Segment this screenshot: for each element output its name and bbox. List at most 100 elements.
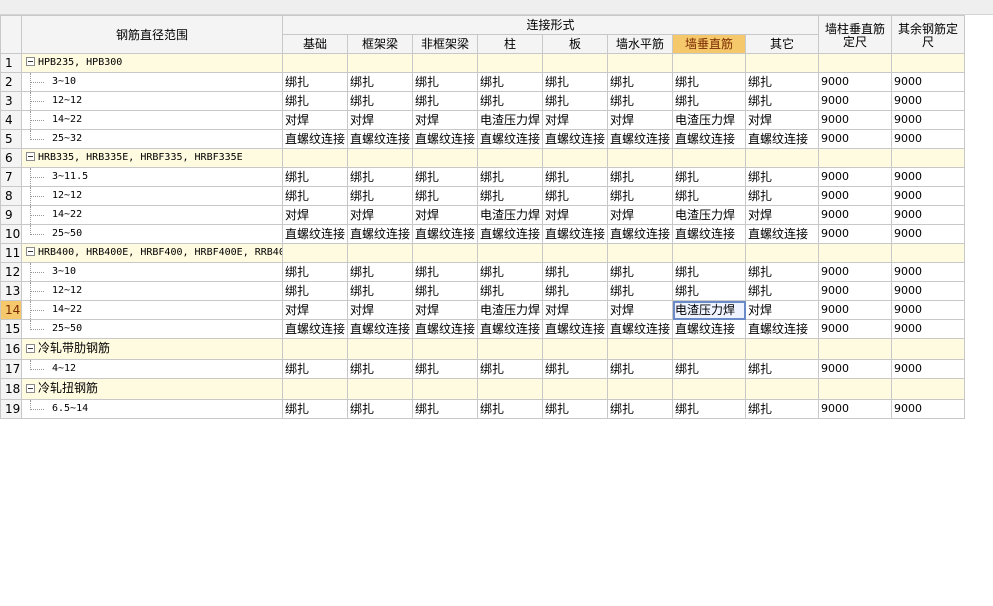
row-number[interactable]: 7 — [0, 167, 22, 187]
connection-cell[interactable]: 对焊 — [347, 110, 413, 130]
wall-column-length-cell[interactable] — [818, 243, 893, 263]
table-row[interactable]: 19 6.5~14 绑扎 绑扎 绑扎 绑扎 绑扎 绑扎 绑扎 绑扎 9000 9000 — [0, 399, 966, 419]
connection-cell[interactable]: 绑扎 — [607, 399, 673, 419]
collapse-icon[interactable] — [26, 343, 35, 353]
table-row[interactable]: 9 14~22 对焊 对焊 对焊 电渣压力焊 对焊 对焊 电渣压力焊 对焊 9000 9000 — [0, 205, 966, 225]
connection-cell[interactable] — [412, 148, 478, 168]
connection-cell[interactable] — [607, 148, 673, 168]
table-row[interactable]: 3 12~12 绑扎 绑扎 绑扎 绑扎 绑扎 绑扎 绑扎 绑扎 9000 9000 — [0, 91, 966, 111]
connection-cell[interactable] — [607, 378, 673, 400]
wall-column-length-cell[interactable] — [818, 53, 893, 73]
connection-cell[interactable]: 绑扎 — [477, 399, 543, 419]
connection-cell[interactable]: 绑扎 — [347, 167, 413, 187]
connection-cell[interactable]: 绑扎 — [542, 91, 608, 111]
table-row[interactable]: 12 3~10 绑扎 绑扎 绑扎 绑扎 绑扎 绑扎 绑扎 绑扎 9000 9000 — [0, 262, 966, 282]
row-number[interactable]: 15 — [0, 319, 22, 339]
connection-cell[interactable]: 对焊 — [744, 205, 820, 225]
column-header-2[interactable]: 非框架梁 — [412, 34, 478, 54]
range-cell[interactable]: 25~50 — [21, 224, 283, 244]
connection-cell[interactable] — [744, 148, 820, 168]
connection-cell[interactable] — [542, 243, 608, 263]
connection-cell[interactable]: 绑扎 — [672, 167, 746, 187]
connection-cell[interactable]: 对焊 — [347, 205, 413, 225]
wall-column-length-cell[interactable]: 9000 — [818, 281, 893, 301]
connection-cell[interactable]: 对焊 — [347, 300, 413, 320]
connection-cell[interactable] — [477, 338, 543, 360]
other-length-cell[interactable]: 9000 — [891, 399, 966, 419]
row-number[interactable]: 19 — [0, 399, 22, 419]
column-header-4[interactable]: 板 — [542, 34, 608, 54]
connection-cell[interactable]: 对焊 — [542, 300, 608, 320]
wall-column-length-cell[interactable]: 9000 — [818, 359, 893, 379]
wall-column-length-cell[interactable]: 9000 — [818, 129, 893, 149]
connection-cell[interactable]: 直螺纹连接 — [607, 319, 673, 339]
column-header-6[interactable]: 墙垂直筋 — [672, 34, 746, 54]
connection-cell[interactable]: 绑扎 — [672, 186, 746, 206]
connection-cell[interactable]: 绑扎 — [744, 186, 820, 206]
connection-cell[interactable] — [542, 338, 608, 360]
row-number[interactable]: 13 — [0, 281, 22, 301]
connection-cell[interactable]: 绑扎 — [542, 72, 608, 92]
group-row[interactable]: 18 冷轧扭钢筋 — [0, 378, 966, 400]
connection-cell[interactable] — [607, 53, 673, 73]
wall-column-length-cell[interactable] — [818, 148, 893, 168]
connection-cell[interactable]: 对焊 — [282, 205, 348, 225]
range-column-header[interactable]: 钢筋直径范围 — [21, 15, 283, 54]
connection-cell[interactable]: 绑扎 — [412, 91, 478, 111]
connection-cell[interactable]: 绑扎 — [744, 262, 820, 282]
connection-cell[interactable]: 直螺纹连接 — [412, 129, 478, 149]
connection-cell[interactable]: 直螺纹连接 — [477, 129, 543, 149]
connection-cell[interactable] — [477, 148, 543, 168]
row-number[interactable]: 1 — [0, 53, 22, 73]
connection-cell[interactable]: 绑扎 — [347, 262, 413, 282]
connection-cell[interactable] — [744, 338, 820, 360]
connection-cell[interactable]: 绑扎 — [282, 186, 348, 206]
collapse-icon[interactable] — [26, 246, 35, 256]
range-cell[interactable]: 冷轧扭钢筋 — [21, 378, 283, 400]
connection-cell[interactable]: 绑扎 — [744, 72, 820, 92]
table-row[interactable]: 10 25~50 直螺纹连接 直螺纹连接 直螺纹连接 直螺纹连接 直螺纹连接 直螺纹连接 直螺纹… — [0, 224, 966, 244]
range-cell[interactable]: 12~12 — [21, 186, 283, 206]
connection-cell[interactable]: 绑扎 — [477, 262, 543, 282]
connection-cell[interactable]: 绑扎 — [347, 399, 413, 419]
connection-cell[interactable]: 对焊 — [282, 300, 348, 320]
connection-cell[interactable]: 绑扎 — [672, 72, 746, 92]
connection-cell[interactable]: 绑扎 — [607, 359, 673, 379]
connection-cell[interactable]: 绑扎 — [672, 281, 746, 301]
connection-cell[interactable]: 绑扎 — [412, 262, 478, 282]
range-cell[interactable]: 14~22 — [21, 110, 283, 130]
connection-cell[interactable]: 绑扎 — [282, 72, 348, 92]
connection-cell[interactable] — [282, 243, 348, 263]
connection-cell[interactable]: 对焊 — [744, 300, 820, 320]
group-row[interactable]: 16 冷轧带肋钢筋 — [0, 338, 966, 360]
row-number[interactable]: 17 — [0, 359, 22, 379]
range-cell[interactable]: 25~32 — [21, 129, 283, 149]
wall-column-length-cell[interactable]: 9000 — [818, 224, 893, 244]
wall-column-length-cell[interactable]: 9000 — [818, 91, 893, 111]
connection-cell[interactable]: 对焊 — [607, 110, 673, 130]
row-number[interactable]: 11 — [0, 243, 22, 263]
row-number[interactable]: 10 — [0, 224, 22, 244]
wall-column-length-cell[interactable]: 9000 — [818, 110, 893, 130]
range-cell[interactable]: 3~10 — [21, 262, 283, 282]
connection-cell[interactable]: 绑扎 — [412, 281, 478, 301]
connection-cell[interactable]: 电渣压力焊 — [672, 300, 746, 320]
range-cell[interactable]: HRB400, HRB400E, HRBF400, HRBF400E, RRB4… — [21, 243, 283, 263]
connection-cell[interactable]: 绑扎 — [282, 91, 348, 111]
connection-cell[interactable]: 绑扎 — [477, 91, 543, 111]
connection-cell[interactable]: 对焊 — [412, 110, 478, 130]
connection-cell[interactable]: 绑扎 — [282, 281, 348, 301]
connection-cell[interactable] — [744, 378, 820, 400]
range-cell[interactable]: 14~22 — [21, 300, 283, 320]
range-cell[interactable]: 12~12 — [21, 281, 283, 301]
connection-cell[interactable]: 直螺纹连接 — [542, 319, 608, 339]
connection-cell[interactable]: 绑扎 — [282, 359, 348, 379]
connection-cell[interactable]: 绑扎 — [477, 167, 543, 187]
connection-cell[interactable]: 直螺纹连接 — [282, 319, 348, 339]
connection-cell[interactable]: 绑扎 — [542, 399, 608, 419]
connection-cell[interactable] — [282, 378, 348, 400]
connection-cell[interactable]: 绑扎 — [607, 167, 673, 187]
connection-cell[interactable]: 绑扎 — [744, 359, 820, 379]
connection-cell[interactable]: 对焊 — [744, 110, 820, 130]
connection-cell[interactable] — [412, 53, 478, 73]
